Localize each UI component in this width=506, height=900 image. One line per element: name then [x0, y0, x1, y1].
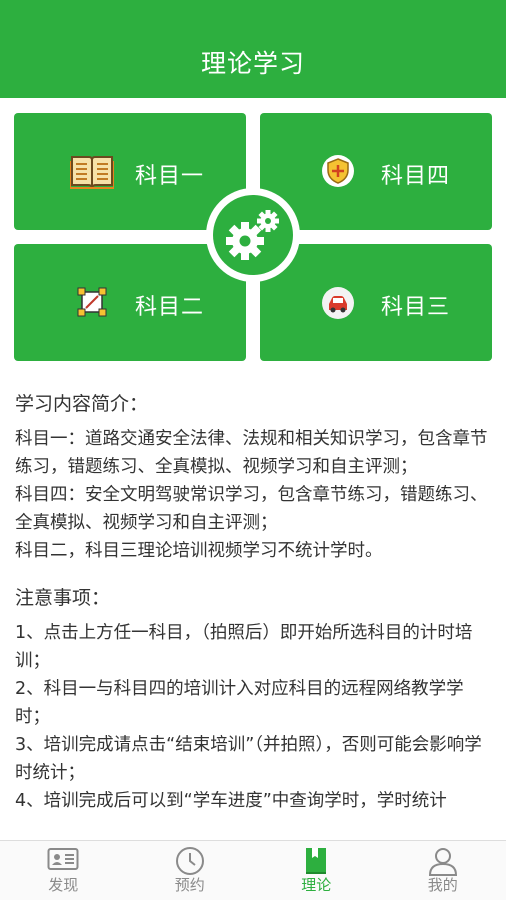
shield-plus-icon — [322, 155, 354, 187]
intro-heading: 学习内容简介： — [15, 393, 149, 415]
crop-frame-icon — [77, 287, 107, 317]
intro-line-3: 科目二，科目三理论培训视频学习不统计学时。 — [15, 541, 383, 561]
subject-3-label: 科目三 — [381, 295, 451, 320]
tab-discover-label: 发现 — [48, 876, 79, 894]
center-hub — [206, 188, 300, 282]
notes-line-2: 2、科目一与科目四的培训计入对应科目的远程网络教学学时； — [15, 679, 464, 727]
person-icon — [428, 848, 457, 876]
tab-theory[interactable]: 理论 — [253, 841, 380, 900]
subject-4-label: 科目四 — [381, 164, 451, 189]
tab-booking-label: 预约 — [174, 876, 205, 894]
open-book-icon — [70, 156, 114, 189]
tab-mine-label: 我的 — [427, 876, 458, 894]
tab-mine[interactable]: 我的 — [380, 841, 506, 900]
subject-3-tile[interactable]: 科目三 — [260, 244, 492, 361]
page-title: 理论学习 — [200, 49, 305, 78]
app-header: 理论学习 — [0, 0, 506, 98]
subject-4-tile[interactable]: 科目四 — [260, 113, 492, 230]
gears-icon — [226, 210, 279, 260]
content-area: 学习内容简介： 科目一：道路交通安全法律、法规和相关知识学习，包含章节练习，错题… — [15, 390, 495, 815]
notes-line-1: 1、点击上方任一科目，（拍照后）即开始所选科目的计时培训； — [15, 623, 473, 671]
subject-2-label: 科目二 — [135, 295, 205, 320]
book-icon — [306, 848, 327, 874]
notes-heading: 注意事项： — [15, 587, 111, 609]
bottom-tab-bar: 发现 预约 理论 我的 — [0, 840, 506, 900]
id-card-icon — [47, 848, 79, 870]
notes-line-3: 3、培训完成请点击“结束培训”（并拍照），否则可能会影响学时统计； — [15, 735, 482, 783]
subject-2-tile[interactable]: 科目二 — [14, 244, 246, 361]
tab-theory-label: 理论 — [301, 876, 332, 894]
tab-discover[interactable]: 发现 — [0, 841, 127, 900]
tab-booking[interactable]: 预约 — [127, 841, 254, 900]
car-icon — [322, 287, 354, 319]
intro-line-2: 科目四：安全文明驾驶常识学习，包含章节练习，错题练习、全真模拟、视频学习和自主评… — [15, 485, 488, 533]
intro-line-1: 科目一：道路交通安全法律、法规和相关知识学习，包含章节练习，错题练习、全真模拟、… — [15, 429, 488, 477]
notes-line-4: 4、培训完成后可以到“学车进度”中查询学时，学时统计 — [15, 791, 447, 811]
clock-icon — [175, 847, 204, 875]
subject-1-label: 科目一 — [135, 164, 205, 189]
